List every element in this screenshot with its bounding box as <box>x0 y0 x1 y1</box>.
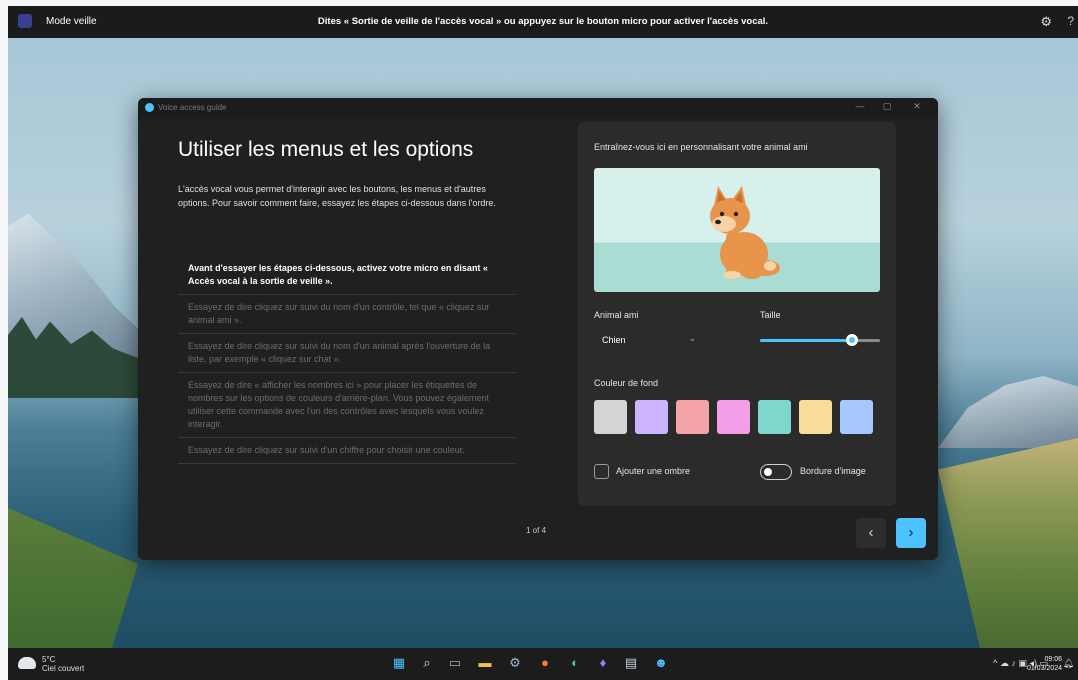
step-4: Essayez de dire « afficher les nombres i… <box>178 373 516 438</box>
voice-access-guide-window: Voice access guide — ▢ ✕ Utiliser les me… <box>138 98 938 560</box>
mic-tray-icon[interactable]: ♪ <box>1011 658 1016 668</box>
settings-icon[interactable]: ⚙ <box>507 655 523 671</box>
practice-title: Entraînez-vous ici en personnalisant vot… <box>594 142 808 152</box>
app-green-icon[interactable]: ◐ <box>567 655 583 671</box>
app-purple-icon[interactable]: ♦ <box>595 655 611 671</box>
pet-dropdown[interactable]: Chien ⌄ <box>594 330 704 350</box>
shadow-label: Ajouter une ombre <box>616 466 691 476</box>
size-slider[interactable] <box>760 332 880 348</box>
color-swatch-6[interactable] <box>799 400 832 434</box>
wallpaper-field-right <box>938 438 1078 648</box>
pet-preview <box>594 168 880 292</box>
clock[interactable]: 09:06 01/03/2024 <box>1027 655 1062 673</box>
help-icon[interactable]: ? <box>1067 14 1074 28</box>
toggle-knob <box>764 468 772 476</box>
title-bar: Voice access guide — ▢ ✕ <box>138 98 938 118</box>
background-color-label: Couleur de fond <box>594 378 659 388</box>
app-window-icon[interactable]: ▤ <box>623 655 639 671</box>
color-swatch-3[interactable] <box>676 400 709 434</box>
wallpaper-field-left <box>8 508 138 648</box>
shadow-checkbox[interactable] <box>594 464 609 479</box>
color-swatch-2[interactable] <box>635 400 668 434</box>
slider-thumb[interactable] <box>846 334 859 346</box>
previous-button[interactable]: ‹ <box>856 518 886 548</box>
step-5: Essayez de dire cliquez sur suivi d'un c… <box>178 438 516 464</box>
clock-time: 09:06 <box>1044 656 1062 663</box>
onedrive-icon[interactable]: ☁ <box>1000 658 1009 668</box>
tray-chevron-icon[interactable]: ^ <box>993 658 997 668</box>
cloud-icon <box>18 657 36 669</box>
size-label: Taille <box>760 310 781 320</box>
wallpaper-mountain-right <box>938 376 1078 448</box>
border-label: Bordure d'image <box>800 466 866 476</box>
close-button[interactable]: ✕ <box>910 101 924 112</box>
window-title: Voice access guide <box>158 103 227 112</box>
practice-panel: Entraînez-vous ici en personnalisant vot… <box>578 122 896 506</box>
chevron-down-icon: ⌄ <box>688 333 696 343</box>
firefox-icon[interactable]: ● <box>537 655 553 671</box>
step-1: Avant d'essayer les étapes ci-dessous, a… <box>178 256 516 295</box>
pet-dropdown-value: Chien <box>602 335 626 345</box>
steps-list: Avant d'essayer les étapes ci-dessous, a… <box>178 256 516 464</box>
start-icon[interactable]: ▦ <box>391 655 407 671</box>
clock-date: 01/03/2024 <box>1026 665 1062 672</box>
color-swatch-5[interactable] <box>758 400 791 434</box>
screen: Mode veille Dites « Sortie de veille de … <box>8 6 1078 680</box>
taskbar: 5°C Ciel couvert ▦ ⌕ ▭ ▬ ⚙ ● ◐ ♦ ▤ ☻ ^ ☁… <box>8 648 1078 680</box>
page-indicator: 1 of 4 <box>526 526 547 535</box>
task-view-icon[interactable]: ▭ <box>447 655 463 671</box>
temperature: 5°C <box>42 655 56 664</box>
page-title: Utiliser les menus et les options <box>178 138 474 161</box>
minimize-button[interactable]: — <box>853 101 867 111</box>
gear-icon[interactable]: ⚙ <box>1040 14 1052 30</box>
app-icon <box>145 103 154 112</box>
step-3: Essayez de dire cliquez sur suivi du nom… <box>178 334 516 373</box>
voice-instruction: Dites « Sortie de veille de l'accès voca… <box>317 16 769 27</box>
weather-condition: Ciel couvert <box>42 664 85 673</box>
pet-label: Animal ami <box>594 310 639 320</box>
color-swatch-4[interactable] <box>717 400 750 434</box>
color-swatch-7[interactable] <box>840 400 873 434</box>
dog-illustration <box>710 186 780 279</box>
color-swatch-1[interactable] <box>594 400 627 434</box>
slider-fill <box>760 339 853 342</box>
file-explorer-icon[interactable]: ▬ <box>477 655 493 671</box>
network-icon[interactable]: ▣ <box>1018 658 1027 668</box>
border-toggle[interactable] <box>760 464 792 480</box>
next-button[interactable]: › <box>896 518 926 548</box>
step-2: Essayez de dire cliquez sur suivi du nom… <box>178 295 516 334</box>
voice-access-bar: Mode veille Dites « Sortie de veille de … <box>8 6 1078 38</box>
search-icon[interactable]: ⌕ <box>419 655 435 671</box>
voice-access-icon[interactable]: ☻ <box>653 655 669 671</box>
maximize-button[interactable]: ▢ <box>880 101 894 112</box>
notification-bell-icon[interactable]: 🔔︎ <box>1063 658 1074 669</box>
intro-text: L'accès vocal vous permet d'interagir av… <box>178 184 496 208</box>
